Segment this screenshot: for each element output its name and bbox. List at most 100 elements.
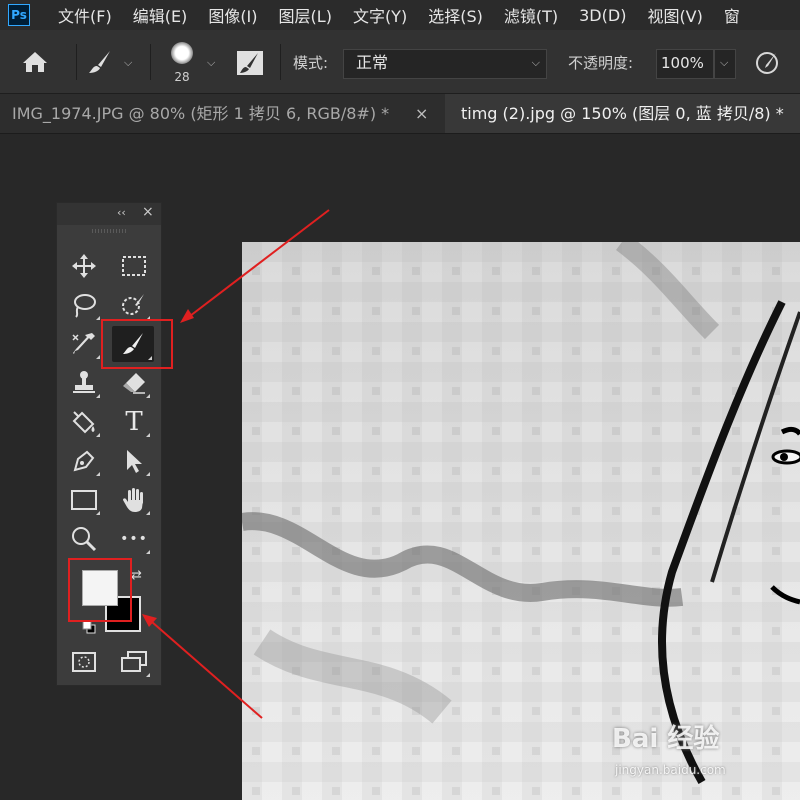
options-bar: ⌵ 28 ⌵ 模式: 正常 ⌵ 不透明度: 100% ⌵ — [0, 30, 800, 94]
brush-settings-button[interactable] — [236, 50, 264, 80]
submenu-indicator — [96, 316, 100, 320]
collapse-icon[interactable]: ‹‹ — [117, 206, 126, 219]
lasso-icon — [74, 294, 96, 318]
menu-view[interactable]: 视图(V) — [647, 3, 702, 27]
submenu-indicator — [96, 394, 100, 398]
ellipsis-icon: ••• — [120, 531, 148, 547]
document-tabs: IMG_1974.JPG @ 80% (矩形 1 拷贝 6, RGB/8#) *… — [0, 94, 800, 134]
submenu-indicator — [96, 433, 100, 437]
annotation-box-color-swatches — [68, 558, 132, 622]
blend-mode-select[interactable]: 正常 ⌵ — [343, 49, 547, 79]
marquee-tool[interactable] — [116, 249, 152, 283]
document-canvas[interactable] — [242, 242, 800, 800]
rectangle-tool[interactable] — [66, 483, 102, 517]
photoshop-logo: Ps — [8, 4, 30, 26]
menu-filter[interactable]: 滤镜(T) — [504, 3, 558, 27]
mode-label: 模式: — [293, 54, 329, 72]
close-icon[interactable]: × — [142, 204, 154, 220]
quick-mask-button[interactable] — [66, 645, 102, 679]
submenu-indicator — [146, 394, 150, 398]
tab-img-1974[interactable]: IMG_1974.JPG @ 80% (矩形 1 拷贝 6, RGB/8#) * — [0, 94, 445, 133]
tab-label: timg (2).jpg @ 150% (图层 0, 蓝 拷贝/8) * — [461, 104, 784, 123]
tab-label: IMG_1974.JPG @ 80% (矩形 1 拷贝 6, RGB/8#) * — [12, 104, 390, 123]
submenu-indicator — [96, 472, 100, 476]
watermark-logo: Bai 经验 — [612, 724, 720, 754]
blend-mode-value: 正常 — [356, 53, 389, 72]
submenu-indicator — [146, 511, 150, 515]
menu-type[interactable]: 文字(Y) — [353, 3, 407, 27]
quick-mask-icon — [72, 652, 96, 672]
more-tools[interactable]: ••• — [116, 522, 152, 556]
zoom-tool[interactable] — [66, 522, 102, 556]
type-icon: T — [125, 407, 143, 437]
menu-edit[interactable]: 编辑(E) — [133, 3, 188, 27]
rectangle-icon — [71, 490, 97, 510]
hand-icon — [123, 488, 143, 512]
submenu-indicator — [96, 355, 100, 359]
brush-icon — [89, 51, 110, 73]
submenu-indicator — [146, 550, 150, 554]
eraser-icon — [123, 373, 145, 394]
quick-selection-tool[interactable] — [116, 288, 152, 322]
separator — [280, 44, 281, 80]
clone-stamp-tool[interactable] — [66, 366, 102, 400]
home-button[interactable] — [22, 50, 48, 78]
watermark-url: jingyan.baidu.com — [615, 763, 726, 777]
magnifier-icon — [72, 527, 97, 552]
sketch-image — [242, 242, 800, 800]
annotation-box-brush-tool — [101, 319, 173, 369]
tool-preset-picker[interactable] — [86, 48, 114, 80]
submenu-indicator — [96, 511, 100, 515]
eyedropper-tool[interactable] — [66, 327, 102, 361]
screen-mode-button[interactable] — [116, 645, 152, 679]
pressure-opacity-button[interactable] — [754, 50, 780, 80]
chevron-down-icon: ⌵ — [531, 56, 540, 69]
menu-window[interactable]: 窗 — [724, 3, 740, 27]
brush-size: 28 — [174, 70, 190, 84]
opacity-label: 不透明度: — [568, 54, 634, 72]
opacity-field[interactable]: 100% — [656, 49, 714, 79]
separator — [150, 44, 151, 80]
menu-3d[interactable]: 3D(D) — [579, 6, 626, 25]
pen-tool[interactable] — [66, 444, 102, 478]
menu-image[interactable]: 图像(I) — [208, 3, 257, 27]
path-selection-tool[interactable] — [116, 444, 152, 478]
tab-timg[interactable]: timg (2).jpg @ 150% (图层 0, 蓝 拷贝/8) * — [445, 94, 800, 133]
opacity-slider-button[interactable]: ⌵ — [714, 49, 736, 79]
eraser-tool[interactable] — [116, 366, 152, 400]
arrow-icon — [127, 450, 142, 473]
submenu-indicator — [146, 433, 150, 437]
screen-mode-icon — [121, 651, 147, 672]
paint-bucket-icon — [72, 411, 95, 434]
menu-select[interactable]: 选择(S) — [428, 3, 483, 27]
drag-handle[interactable] — [92, 229, 126, 233]
swap-colors-icon[interactable]: ⇄ — [131, 568, 142, 583]
brush-tip-icon — [171, 42, 193, 64]
chevron-down-icon: ⌵ — [720, 56, 729, 69]
pen-icon — [73, 450, 95, 472]
close-icon[interactable]: × — [415, 94, 428, 133]
brush-preset-picker[interactable]: 28 — [166, 40, 198, 84]
hand-tool[interactable] — [116, 483, 152, 517]
quick-selection-icon — [122, 294, 144, 315]
lasso-tool[interactable] — [66, 288, 102, 322]
chevron-down-icon[interactable]: ⌵ — [207, 56, 215, 70]
stamp-icon — [73, 371, 95, 393]
chevron-down-icon[interactable]: ⌵ — [124, 56, 132, 70]
submenu-indicator — [146, 472, 150, 476]
separator — [76, 44, 77, 80]
opacity-value: 100% — [661, 54, 704, 72]
paint-bucket-tool[interactable] — [66, 405, 102, 439]
submenu-indicator — [146, 673, 150, 677]
menu-file[interactable]: 文件(F) — [58, 3, 112, 27]
menu-bar: Ps 文件(F) 编辑(E) 图像(I) 图层(L) 文字(Y) 选择(S) 滤… — [0, 0, 800, 30]
rectangular-marquee-icon — [122, 256, 146, 276]
type-tool[interactable]: T — [116, 405, 152, 439]
default-colors-icon[interactable] — [82, 620, 96, 634]
move-tool[interactable] — [66, 249, 102, 283]
brush-settings-icon — [237, 51, 263, 75]
eyedropper-icon — [72, 333, 95, 354]
pressure-icon — [756, 52, 778, 74]
home-icon — [23, 52, 47, 72]
menu-layer[interactable]: 图层(L) — [279, 3, 332, 27]
